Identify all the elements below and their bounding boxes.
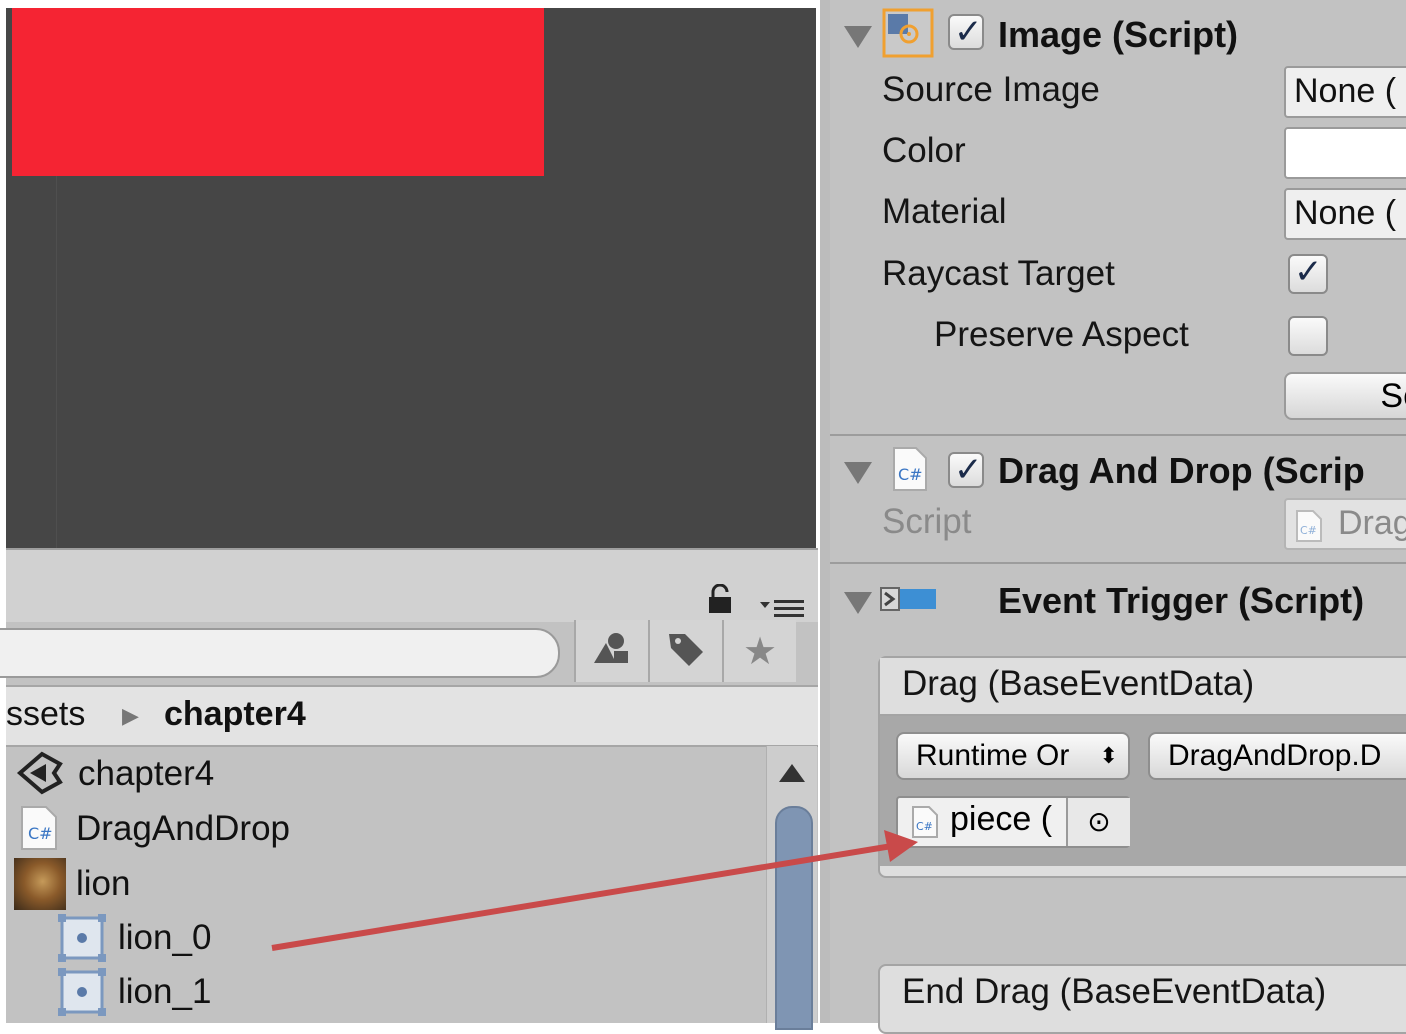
drag-event-body: Runtime Or ⬍ DragAndDrop.D C# piece ( ⊙	[880, 716, 1406, 866]
csharp-script-icon: C#	[1296, 508, 1322, 542]
svg-text:C#: C#	[28, 824, 53, 843]
list-item[interactable]: lion_0	[56, 912, 211, 964]
drag-event-label: Drag (BaseEventData)	[902, 664, 1255, 703]
checkmark-icon: ✓	[1294, 253, 1323, 291]
vertical-scrollbar[interactable]	[766, 746, 817, 1030]
source-image-label: Source Image	[882, 70, 1100, 109]
csharp-script-icon: C#	[20, 805, 60, 853]
favorites-button[interactable]: ★	[722, 620, 796, 682]
checkmark-icon: ✓	[954, 451, 983, 489]
search-input[interactable]	[0, 628, 560, 678]
image-component-icon	[882, 8, 934, 58]
breadcrumb-arrow-icon: ▶	[122, 703, 139, 728]
function-dropdown[interactable]: DragAndDrop.D	[1148, 732, 1406, 780]
dragdrop-enabled-checkbox[interactable]: ✓	[948, 451, 984, 489]
svg-text:C#: C#	[916, 820, 933, 833]
texture-thumbnail-icon	[14, 858, 66, 910]
list-item-label: lion_1	[118, 972, 212, 1011]
material-label: Material	[882, 192, 1007, 231]
list-item-label: DragAndDrop	[76, 809, 290, 848]
list-item[interactable]: C# DragAndDrop	[20, 803, 290, 855]
updown-arrows-icon: ⬍	[1099, 743, 1118, 768]
red-image-object[interactable]	[12, 8, 544, 176]
filter-by-label-button[interactable]	[648, 620, 722, 682]
tag-icon	[667, 630, 705, 673]
color-label: Color	[882, 131, 966, 170]
csharp-script-icon: C#	[892, 446, 928, 492]
drag-event-panel: Drag (BaseEventData) Runtime Or ⬍ DragAn…	[878, 656, 1406, 878]
target-object-value: piece (	[950, 800, 1053, 838]
checkmark-icon: ✓	[954, 13, 983, 51]
sprite-icon	[56, 966, 108, 1018]
divider	[830, 434, 1406, 436]
scene-view[interactable]	[6, 8, 816, 548]
foldout-arrow-icon[interactable]	[844, 592, 872, 614]
event-trigger-icon	[880, 584, 938, 614]
list-item-label: lion_0	[118, 918, 212, 957]
foldout-arrow-icon[interactable]	[844, 462, 872, 484]
end-drag-event-label: End Drag (BaseEventData)	[902, 972, 1327, 1011]
preserve-aspect-label: Preserve Aspect	[934, 315, 1189, 354]
set-native-size-button[interactable]: Se	[1284, 372, 1406, 420]
lock-icon[interactable]	[706, 583, 734, 614]
list-item[interactable]: lion	[14, 858, 130, 910]
shapes-icon	[592, 631, 632, 672]
inspector-panel: ✓ Image (Script) Source Image None ( Col…	[820, 0, 1406, 1034]
divider	[830, 562, 1406, 564]
project-toolbar	[6, 548, 818, 622]
image-component-title: Image (Script)	[998, 14, 1239, 55]
end-drag-event-panel: End Drag (BaseEventData)	[878, 964, 1406, 1034]
scroll-up-icon[interactable]	[779, 764, 805, 782]
event-trigger-title: Event Trigger (Script)	[998, 580, 1365, 621]
sprite-icon	[56, 912, 108, 964]
star-icon: ★	[742, 630, 778, 673]
preserve-aspect-checkbox[interactable]	[1288, 316, 1328, 356]
filter-by-type-button[interactable]	[574, 620, 648, 682]
svg-text:C#: C#	[898, 465, 923, 484]
breadcrumb-parent[interactable]: ssets	[6, 695, 85, 734]
material-field[interactable]: None (	[1284, 188, 1406, 240]
list-item-label: lion	[76, 864, 131, 903]
image-enabled-checkbox[interactable]: ✓	[948, 13, 984, 51]
project-panel: ★ ssets ▶ chapter4 chapter4 C# DragAndDr…	[0, 548, 818, 1030]
source-image-field[interactable]: None (	[1284, 66, 1406, 118]
runtime-mode-dropdown[interactable]: Runtime Or ⬍	[896, 732, 1130, 780]
foldout-arrow-icon[interactable]	[844, 26, 872, 48]
script-field: C# Drag	[1284, 498, 1406, 550]
list-item-label: chapter4	[78, 754, 215, 793]
raycast-target-label: Raycast Target	[882, 254, 1115, 293]
csharp-script-icon: C#	[912, 806, 938, 838]
list-item[interactable]: chapter4	[16, 748, 214, 800]
raycast-target-checkbox[interactable]: ✓	[1288, 253, 1328, 294]
object-picker-icon[interactable]: ⊙	[1066, 798, 1130, 846]
script-label: Script	[882, 502, 972, 541]
color-swatch[interactable]	[1284, 127, 1406, 179]
target-object-field[interactable]: C# piece ( ⊙	[896, 796, 1130, 848]
scroll-thumb[interactable]	[775, 806, 813, 1030]
list-item[interactable]: lion_1	[56, 966, 211, 1018]
dragdrop-component-title: Drag And Drop (Scrip	[998, 450, 1365, 491]
drag-event-header: Drag (BaseEventData)	[880, 658, 1406, 716]
svg-text:C#: C#	[1300, 524, 1317, 537]
breadcrumb: ssets ▶ chapter4	[6, 685, 818, 747]
panel-menu-icon[interactable]	[758, 596, 808, 620]
breadcrumb-current[interactable]: chapter4	[164, 695, 306, 734]
unity-scene-icon	[16, 750, 66, 798]
